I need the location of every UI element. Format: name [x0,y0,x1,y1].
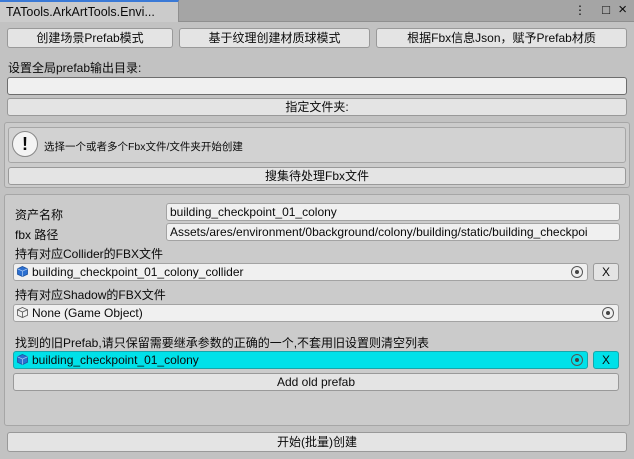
prefab-cube-icon [17,266,28,277]
shadow-label: 持有对应Shadow的FBX文件 [15,288,166,302]
shadow-object-name: None (Game Object) [32,306,143,320]
old-prefab-label: 找到的旧Prefab,请只保留需要继承参数的正确的一个,不套用旧设置则清空列表 [15,336,430,350]
object-picker-icon[interactable] [571,354,583,366]
collider-object-field[interactable]: building_checkpoint_01_colony_collider [13,263,588,281]
select-folder-button[interactable]: 指定文件夹: [7,98,627,116]
empty-cube-icon [17,307,28,318]
create-scene-prefab-mode-button[interactable]: 创建场景Prefab模式 [7,28,173,48]
fbx-path-field[interactable]: Assets/ares/environment/0background/colo… [166,223,620,241]
object-picker-icon[interactable] [571,266,583,278]
warning-icon: ! [12,131,38,157]
help-message: 选择一个或者多个Fbx文件/文件夹开始创建 [44,141,243,153]
window-tab[interactable]: TATools.ArkArtTools.Envi... [0,0,179,22]
asset-name-field[interactable]: building_checkpoint_01_colony [166,203,620,221]
texture-material-mode-button[interactable]: 基于纹理创建材质球模式 [179,28,370,48]
start-batch-create-button[interactable]: 开始(批量)创建 [7,432,627,452]
old-prefab-object-field[interactable]: building_checkpoint_01_colony [13,351,588,369]
output-dir-input[interactable] [7,77,627,95]
menu-icon[interactable]: ⋮ [574,3,586,17]
asset-name-label: 资产名称 [15,208,64,222]
old-prefab-object-name: building_checkpoint_01_colony [32,353,199,367]
collider-clear-button[interactable]: X [593,263,619,281]
collider-object-name: building_checkpoint_01_colony_collider [32,265,244,279]
collider-label: 持有对应Collider的FBX文件 [15,247,164,261]
shadow-object-field[interactable]: None (Game Object) [13,304,619,322]
prefab-cube-icon [17,354,28,365]
old-prefab-clear-button[interactable]: X [593,351,619,369]
fbx-path-label: fbx 路径 [15,228,59,242]
output-dir-label: 设置全局prefab输出目录: [8,61,142,75]
add-old-prefab-button[interactable]: Add old prefab [13,373,619,391]
close-icon[interactable]: × [618,1,627,18]
search-fbx-button[interactable]: 搜集待处理Fbx文件 [8,167,626,185]
maximize-icon[interactable]: □ [602,2,610,17]
object-picker-icon[interactable] [602,307,614,319]
fbx-json-material-mode-button[interactable]: 根据Fbx信息Json，赋予Prefab材质 [376,28,627,48]
